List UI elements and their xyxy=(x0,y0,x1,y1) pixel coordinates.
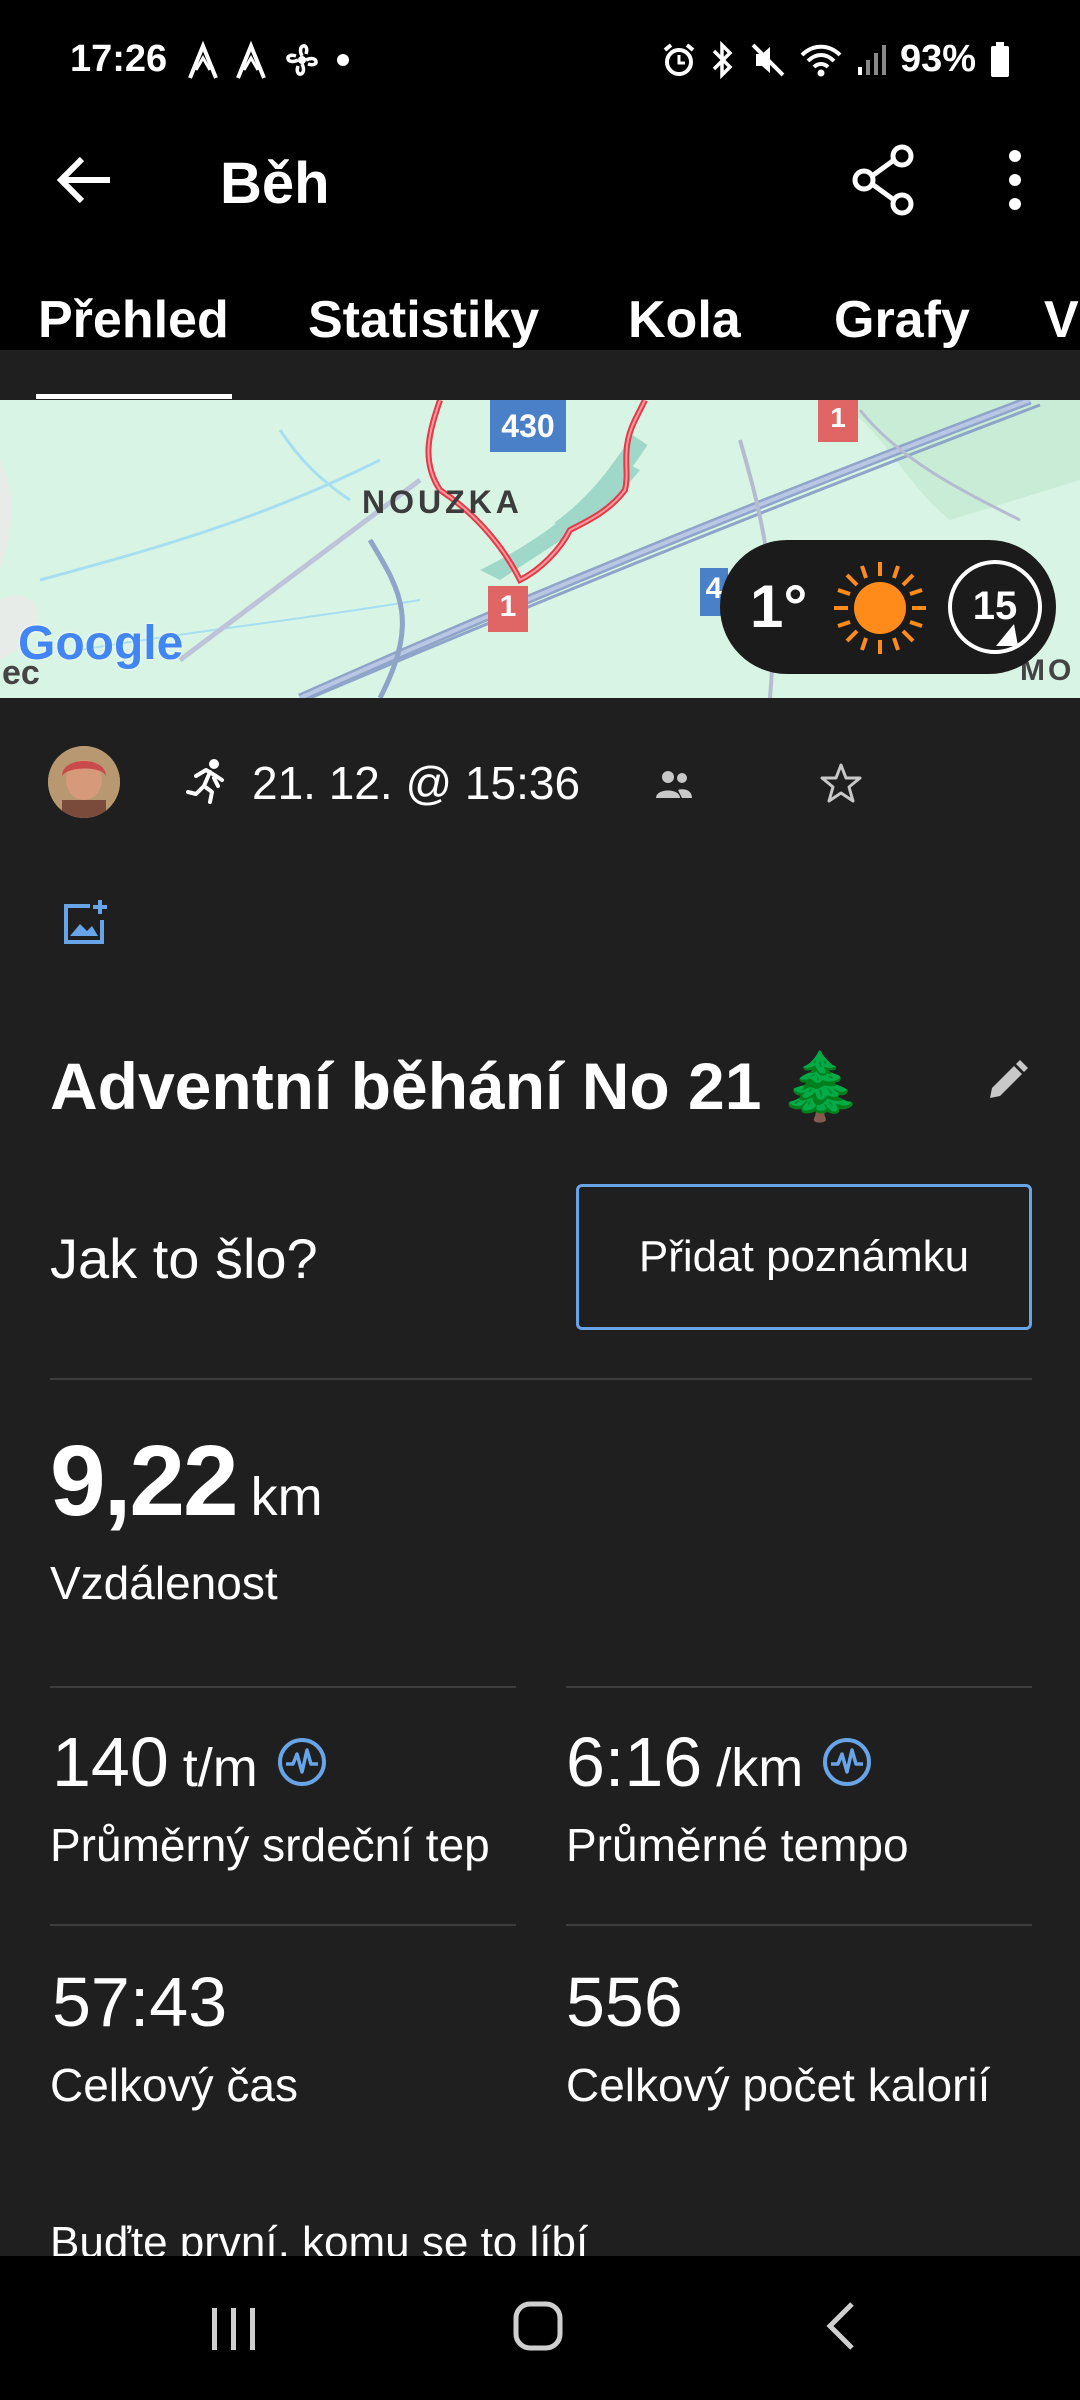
calories-value: 556 xyxy=(566,1963,683,2041)
weather-temperature: 1° xyxy=(750,573,808,640)
total-time-metric[interactable]: 57:43 xyxy=(52,1962,227,2042)
more-vert-icon xyxy=(1009,150,1021,210)
activity-title: Adventní běhání No 21 🌲 xyxy=(50,1049,862,1123)
total-time-label: Celkový čas xyxy=(50,2059,298,2111)
avatar[interactable] xyxy=(48,746,120,818)
google-logo: Google xyxy=(18,617,184,670)
activity-date: 21. 12. @ 15:36 xyxy=(252,757,581,809)
bluetooth-icon xyxy=(712,40,733,79)
back-icon[interactable] xyxy=(820,2298,860,2354)
strava-icon xyxy=(236,40,266,79)
tab-grafy[interactable]: Grafy xyxy=(834,290,970,350)
total-time-value: 57:43 xyxy=(52,1963,228,2041)
add-photo-icon[interactable] xyxy=(60,898,110,948)
group-icon[interactable] xyxy=(654,766,694,802)
wind-direction-icon xyxy=(996,624,1018,646)
more-options-button[interactable] xyxy=(990,140,1040,220)
add-note-button[interactable]: Přidat poznámku xyxy=(576,1184,1032,1330)
divider xyxy=(566,1686,1032,1688)
alarm-icon xyxy=(663,42,695,76)
activity-map[interactable]: 430 1 1 4 NOUZKA ec MO Google 1° 15 xyxy=(0,400,1080,698)
sun-icon xyxy=(834,562,926,654)
system-nav-bar xyxy=(0,2256,1080,2400)
divider xyxy=(566,1924,1032,1926)
edit-icon[interactable] xyxy=(984,1058,1030,1104)
recents-icon[interactable] xyxy=(206,2304,262,2354)
fan-icon xyxy=(286,44,318,76)
calories-label: Celkový počet kalorií xyxy=(566,2059,991,2111)
heart-rate-unit: t/m xyxy=(182,1738,258,1798)
heart-rate-label: Průměrný srdeční tep xyxy=(50,1819,490,1871)
distance-metric: 9,22 km xyxy=(50,1424,323,1539)
distance-unit: km xyxy=(250,1467,323,1527)
dot-icon xyxy=(337,54,349,66)
tab-statistiky[interactable]: Statistiky xyxy=(308,290,539,350)
divider xyxy=(50,1924,516,1926)
tab-v[interactable]: V xyxy=(1044,290,1079,350)
running-icon xyxy=(186,759,224,804)
mute-icon xyxy=(751,43,785,76)
share-button[interactable] xyxy=(848,140,918,220)
status-icons-left xyxy=(186,40,350,80)
wifi-icon xyxy=(800,44,842,76)
heart-rate-monitor-icon xyxy=(823,1738,872,1786)
app-bar: Běh Přehled Statistiky Kola Grafy V xyxy=(0,120,1080,350)
pace-label: Průměrné tempo xyxy=(566,1819,909,1871)
star-icon[interactable] xyxy=(818,760,864,806)
pace-value: 6:16 xyxy=(566,1723,703,1801)
map-road-label-1-top: 1 xyxy=(830,402,846,433)
strava-icon xyxy=(188,40,218,79)
divider xyxy=(50,1378,1032,1380)
map-place-label: NOUZKA xyxy=(362,484,523,520)
map-road-label-1-bottom: 1 xyxy=(499,590,517,623)
page-title: Běh xyxy=(220,151,330,216)
signal-icon xyxy=(857,44,886,75)
back-arrow-icon xyxy=(56,156,110,204)
share-icon xyxy=(852,144,914,216)
status-icons-right: 93% xyxy=(662,38,1010,81)
weather-widget[interactable]: 1° 15 xyxy=(720,540,1056,674)
pace-metric[interactable]: 6:16 /km xyxy=(566,1722,873,1802)
status-time: 17:26 xyxy=(70,38,168,80)
calories-metric[interactable]: 556 xyxy=(566,1962,683,2042)
back-button[interactable] xyxy=(50,145,120,215)
map-road-label-430: 430 xyxy=(501,408,555,444)
tab-bar: Přehled Statistiky Kola Grafy V xyxy=(0,290,1080,350)
pace-unit: /km xyxy=(716,1738,804,1798)
active-tab-indicator xyxy=(36,394,232,399)
heart-rate-monitor-icon xyxy=(277,1738,326,1786)
heart-rate-value: 140 xyxy=(52,1723,169,1801)
avatar-image xyxy=(48,746,120,818)
feel-question: Jak to šlo? xyxy=(50,1227,318,1290)
home-icon[interactable] xyxy=(512,2298,564,2354)
battery-icon xyxy=(991,41,1009,77)
divider xyxy=(50,1686,516,1688)
distance-value: 9,22 xyxy=(50,1425,239,1537)
heart-rate-metric[interactable]: 140 t/m xyxy=(52,1722,328,1802)
distance-label: Vzdálenost xyxy=(50,1557,278,1609)
status-bar: 17:26 93% xyxy=(0,0,1080,120)
tab-kola[interactable]: Kola xyxy=(628,290,741,350)
tab-prehled[interactable]: Přehled xyxy=(38,290,229,350)
battery-percent: 93% xyxy=(899,38,976,80)
wind-indicator: 15 xyxy=(948,560,1042,654)
